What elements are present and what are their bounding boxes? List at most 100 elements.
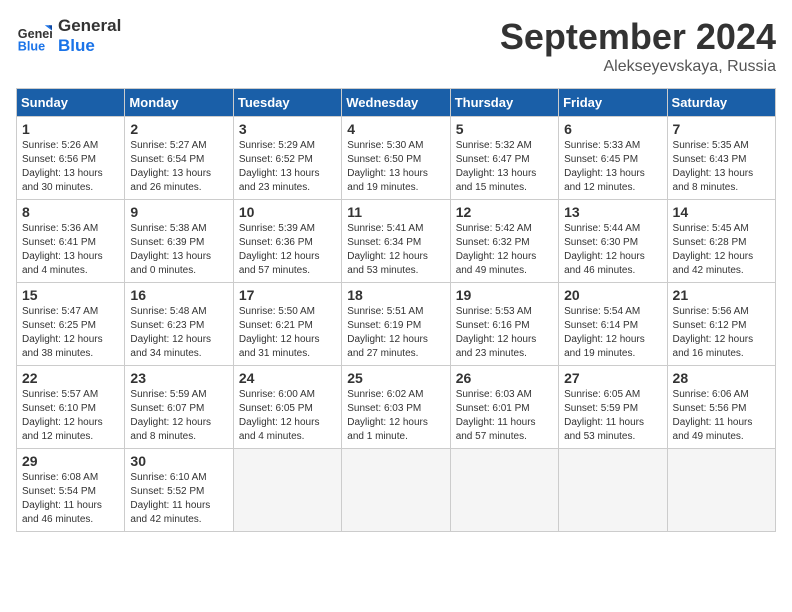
calendar-cell: 15 Sunrise: 5:47 AM Sunset: 6:25 PM Dayli… (17, 283, 125, 366)
day-number: 20 (564, 287, 661, 303)
calendar-cell: 14 Sunrise: 5:45 AM Sunset: 6:28 PM Dayli… (667, 200, 775, 283)
day-number: 15 (22, 287, 119, 303)
calendar-cell: 1 Sunrise: 5:26 AM Sunset: 6:56 PM Daylig… (17, 117, 125, 200)
day-info: Sunrise: 5:54 AM Sunset: 6:14 PM Dayligh… (564, 306, 645, 359)
calendar-cell (450, 449, 558, 532)
day-info: Sunrise: 5:35 AM Sunset: 6:43 PM Dayligh… (673, 140, 754, 193)
day-info: Sunrise: 6:06 AM Sunset: 5:56 PM Dayligh… (673, 389, 753, 442)
day-info: Sunrise: 6:02 AM Sunset: 6:03 PM Dayligh… (347, 389, 428, 442)
logo-icon: General Blue (16, 18, 52, 54)
calendar-cell (667, 449, 775, 532)
calendar-cell: 27Sunrise: 6:05 AM Sunset: 5:59 PM Dayli… (559, 366, 667, 449)
day-number: 13 (564, 204, 661, 220)
day-info: Sunrise: 5:50 AM Sunset: 6:21 PM Dayligh… (239, 306, 320, 359)
calendar-cell: 8 Sunrise: 5:36 AM Sunset: 6:41 PM Daylig… (17, 200, 125, 283)
calendar-cell: 29 Sunrise: 6:08 AM Sunset: 5:54 PM Dayli… (17, 449, 125, 532)
calendar-header-row: SundayMondayTuesdayWednesdayThursdayFrid… (17, 89, 776, 117)
day-number: 2 (130, 121, 227, 137)
day-info: Sunrise: 5:29 AM Sunset: 6:52 PM Dayligh… (239, 140, 320, 193)
calendar-cell (233, 449, 341, 532)
day-number: 1 (22, 121, 119, 137)
calendar-cell: 17Sunrise: 5:50 AM Sunset: 6:21 PM Dayli… (233, 283, 341, 366)
calendar-cell: 6 Sunrise: 5:33 AM Sunset: 6:45 PM Daylig… (559, 117, 667, 200)
day-number: 18 (347, 287, 444, 303)
day-number: 10 (239, 204, 336, 220)
calendar-cell: 3 Sunrise: 5:29 AM Sunset: 6:52 PM Daylig… (233, 117, 341, 200)
calendar-cell: 28 Sunrise: 6:06 AM Sunset: 5:56 PM Dayli… (667, 366, 775, 449)
day-info: Sunrise: 5:44 AM Sunset: 6:30 PM Dayligh… (564, 223, 645, 276)
day-number: 30 (130, 453, 227, 469)
calendar-week-row: 1 Sunrise: 5:26 AM Sunset: 6:56 PM Daylig… (17, 117, 776, 200)
location-title: Alekseyevskaya, Russia (500, 58, 776, 76)
day-number: 6 (564, 121, 661, 137)
calendar-cell: 4 Sunrise: 5:30 AM Sunset: 6:50 PM Daylig… (342, 117, 450, 200)
day-number: 22 (22, 370, 119, 386)
day-info: Sunrise: 5:57 AM Sunset: 6:10 PM Dayligh… (22, 389, 103, 442)
logo-line2: Blue (58, 36, 121, 56)
calendar-cell: 23 Sunrise: 5:59 AM Sunset: 6:07 PM Dayli… (125, 366, 233, 449)
day-info: Sunrise: 5:59 AM Sunset: 6:07 PM Dayligh… (130, 389, 211, 442)
day-info: Sunrise: 6:10 AM Sunset: 5:52 PM Dayligh… (130, 472, 210, 525)
calendar-cell: 5Sunrise: 5:32 AM Sunset: 6:47 PM Daylig… (450, 117, 558, 200)
calendar-cell: 9Sunrise: 5:38 AM Sunset: 6:39 PM Daylig… (125, 200, 233, 283)
col-header-thursday: Thursday (450, 89, 558, 117)
day-number: 16 (130, 287, 227, 303)
day-info: Sunrise: 6:08 AM Sunset: 5:54 PM Dayligh… (22, 472, 102, 525)
calendar-cell: 11 Sunrise: 5:41 AM Sunset: 6:34 PM Dayli… (342, 200, 450, 283)
day-number: 23 (130, 370, 227, 386)
calendar-cell: 12Sunrise: 5:42 AM Sunset: 6:32 PM Dayli… (450, 200, 558, 283)
calendar-cell: 2 Sunrise: 5:27 AM Sunset: 6:54 PM Daylig… (125, 117, 233, 200)
day-number: 21 (673, 287, 770, 303)
calendar-week-row: 15 Sunrise: 5:47 AM Sunset: 6:25 PM Dayli… (17, 283, 776, 366)
calendar-cell: 10 Sunrise: 5:39 AM Sunset: 6:36 PM Dayli… (233, 200, 341, 283)
logo-line1: General (58, 16, 121, 36)
day-number: 29 (22, 453, 119, 469)
day-info: Sunrise: 5:39 AM Sunset: 6:36 PM Dayligh… (239, 223, 320, 276)
day-info: Sunrise: 5:36 AM Sunset: 6:41 PM Dayligh… (22, 223, 103, 276)
day-info: Sunrise: 5:26 AM Sunset: 6:56 PM Dayligh… (22, 140, 103, 193)
calendar-cell: 25 Sunrise: 6:02 AM Sunset: 6:03 PM Dayli… (342, 366, 450, 449)
day-number: 19 (456, 287, 553, 303)
day-info: Sunrise: 5:48 AM Sunset: 6:23 PM Dayligh… (130, 306, 211, 359)
day-number: 14 (673, 204, 770, 220)
col-header-tuesday: Tuesday (233, 89, 341, 117)
col-header-saturday: Saturday (667, 89, 775, 117)
day-number: 5 (456, 121, 553, 137)
calendar-cell: 22 Sunrise: 5:57 AM Sunset: 6:10 PM Dayli… (17, 366, 125, 449)
calendar-cell: 21Sunrise: 5:56 AM Sunset: 6:12 PM Dayli… (667, 283, 775, 366)
calendar-cell (342, 449, 450, 532)
day-info: Sunrise: 6:05 AM Sunset: 5:59 PM Dayligh… (564, 389, 644, 442)
calendar-cell: 19 Sunrise: 5:53 AM Sunset: 6:16 PM Dayli… (450, 283, 558, 366)
day-number: 4 (347, 121, 444, 137)
day-number: 26 (456, 370, 553, 386)
page-header: General Blue General Blue September 2024… (16, 16, 776, 76)
day-info: Sunrise: 5:47 AM Sunset: 6:25 PM Dayligh… (22, 306, 103, 359)
title-block: September 2024 Alekseyevskaya, Russia (500, 16, 776, 76)
day-info: Sunrise: 5:33 AM Sunset: 6:45 PM Dayligh… (564, 140, 645, 193)
calendar-cell (559, 449, 667, 532)
calendar-cell: 20 Sunrise: 5:54 AM Sunset: 6:14 PM Dayli… (559, 283, 667, 366)
calendar-cell: 16 Sunrise: 5:48 AM Sunset: 6:23 PM Dayli… (125, 283, 233, 366)
day-number: 28 (673, 370, 770, 386)
day-number: 11 (347, 204, 444, 220)
calendar-week-row: 8 Sunrise: 5:36 AM Sunset: 6:41 PM Daylig… (17, 200, 776, 283)
col-header-friday: Friday (559, 89, 667, 117)
day-info: Sunrise: 5:42 AM Sunset: 6:32 PM Dayligh… (456, 223, 537, 276)
day-info: Sunrise: 5:27 AM Sunset: 6:54 PM Dayligh… (130, 140, 211, 193)
col-header-monday: Monday (125, 89, 233, 117)
month-title: September 2024 (500, 16, 776, 58)
day-info: Sunrise: 5:30 AM Sunset: 6:50 PM Dayligh… (347, 140, 428, 193)
calendar-cell: 7 Sunrise: 5:35 AM Sunset: 6:43 PM Daylig… (667, 117, 775, 200)
day-info: Sunrise: 5:45 AM Sunset: 6:28 PM Dayligh… (673, 223, 754, 276)
day-number: 3 (239, 121, 336, 137)
day-number: 7 (673, 121, 770, 137)
day-info: Sunrise: 5:41 AM Sunset: 6:34 PM Dayligh… (347, 223, 428, 276)
day-info: Sunrise: 5:53 AM Sunset: 6:16 PM Dayligh… (456, 306, 537, 359)
calendar-cell: 24Sunrise: 6:00 AM Sunset: 6:05 PM Dayli… (233, 366, 341, 449)
day-number: 25 (347, 370, 444, 386)
col-header-sunday: Sunday (17, 89, 125, 117)
calendar-cell: 13 Sunrise: 5:44 AM Sunset: 6:30 PM Dayli… (559, 200, 667, 283)
calendar-cell: 30 Sunrise: 6:10 AM Sunset: 5:52 PM Dayli… (125, 449, 233, 532)
svg-text:Blue: Blue (18, 40, 45, 54)
day-number: 8 (22, 204, 119, 220)
